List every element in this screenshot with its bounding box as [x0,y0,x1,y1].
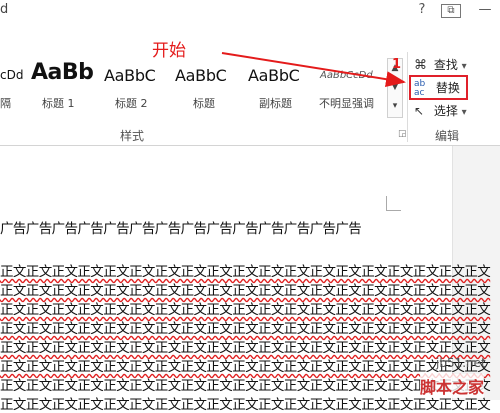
document-line-body[interactable]: 正文正文正文正文正文正文正文正文正文正文正文正文正文正文正文正文正文正文正文 [0,393,491,413]
document-line-body[interactable]: 正文正文正文正文正文正文正文正文正文正文正文正文正文正文正文正文正文正文正文 [0,355,491,375]
watermark-url: jb51.net [436,356,486,370]
margin-corner-mark [386,196,401,211]
watermark-brand: 脚本之家 [420,374,485,398]
document-line-body[interactable]: 正文正文正文正文正文正文正文正文正文正文正文正文正文正文正文正文正文正文正文 [0,279,491,299]
document-line-body[interactable]: 正文正文正文正文正文正文正文正文正文正文正文正文正文正文正文正文正文正文正文 [0,298,491,318]
document-line-body[interactable]: 正文正文正文正文正文正文正文正文正文正文正文正文正文正文正文正文正文正文正文 [0,260,491,280]
document-line-body[interactable]: 正文正文正文正文正文正文正文正文正文正文正文正文正文正文正文正文正文正文正文 [0,317,491,337]
document-line-body[interactable]: 正文正文正文正文正文正文正文正文正文正文正文正文正文正文正文正文正文正文正文 [0,374,491,394]
document-line-body[interactable]: 正文正文正文正文正文正文正文正文正文正文正文正文正文正文正文正文正文正文正文 [0,336,491,356]
document-line-ad[interactable]: 广告广告广告广告广告广告广告广告广告广告广告广告广告广告 [0,217,362,237]
